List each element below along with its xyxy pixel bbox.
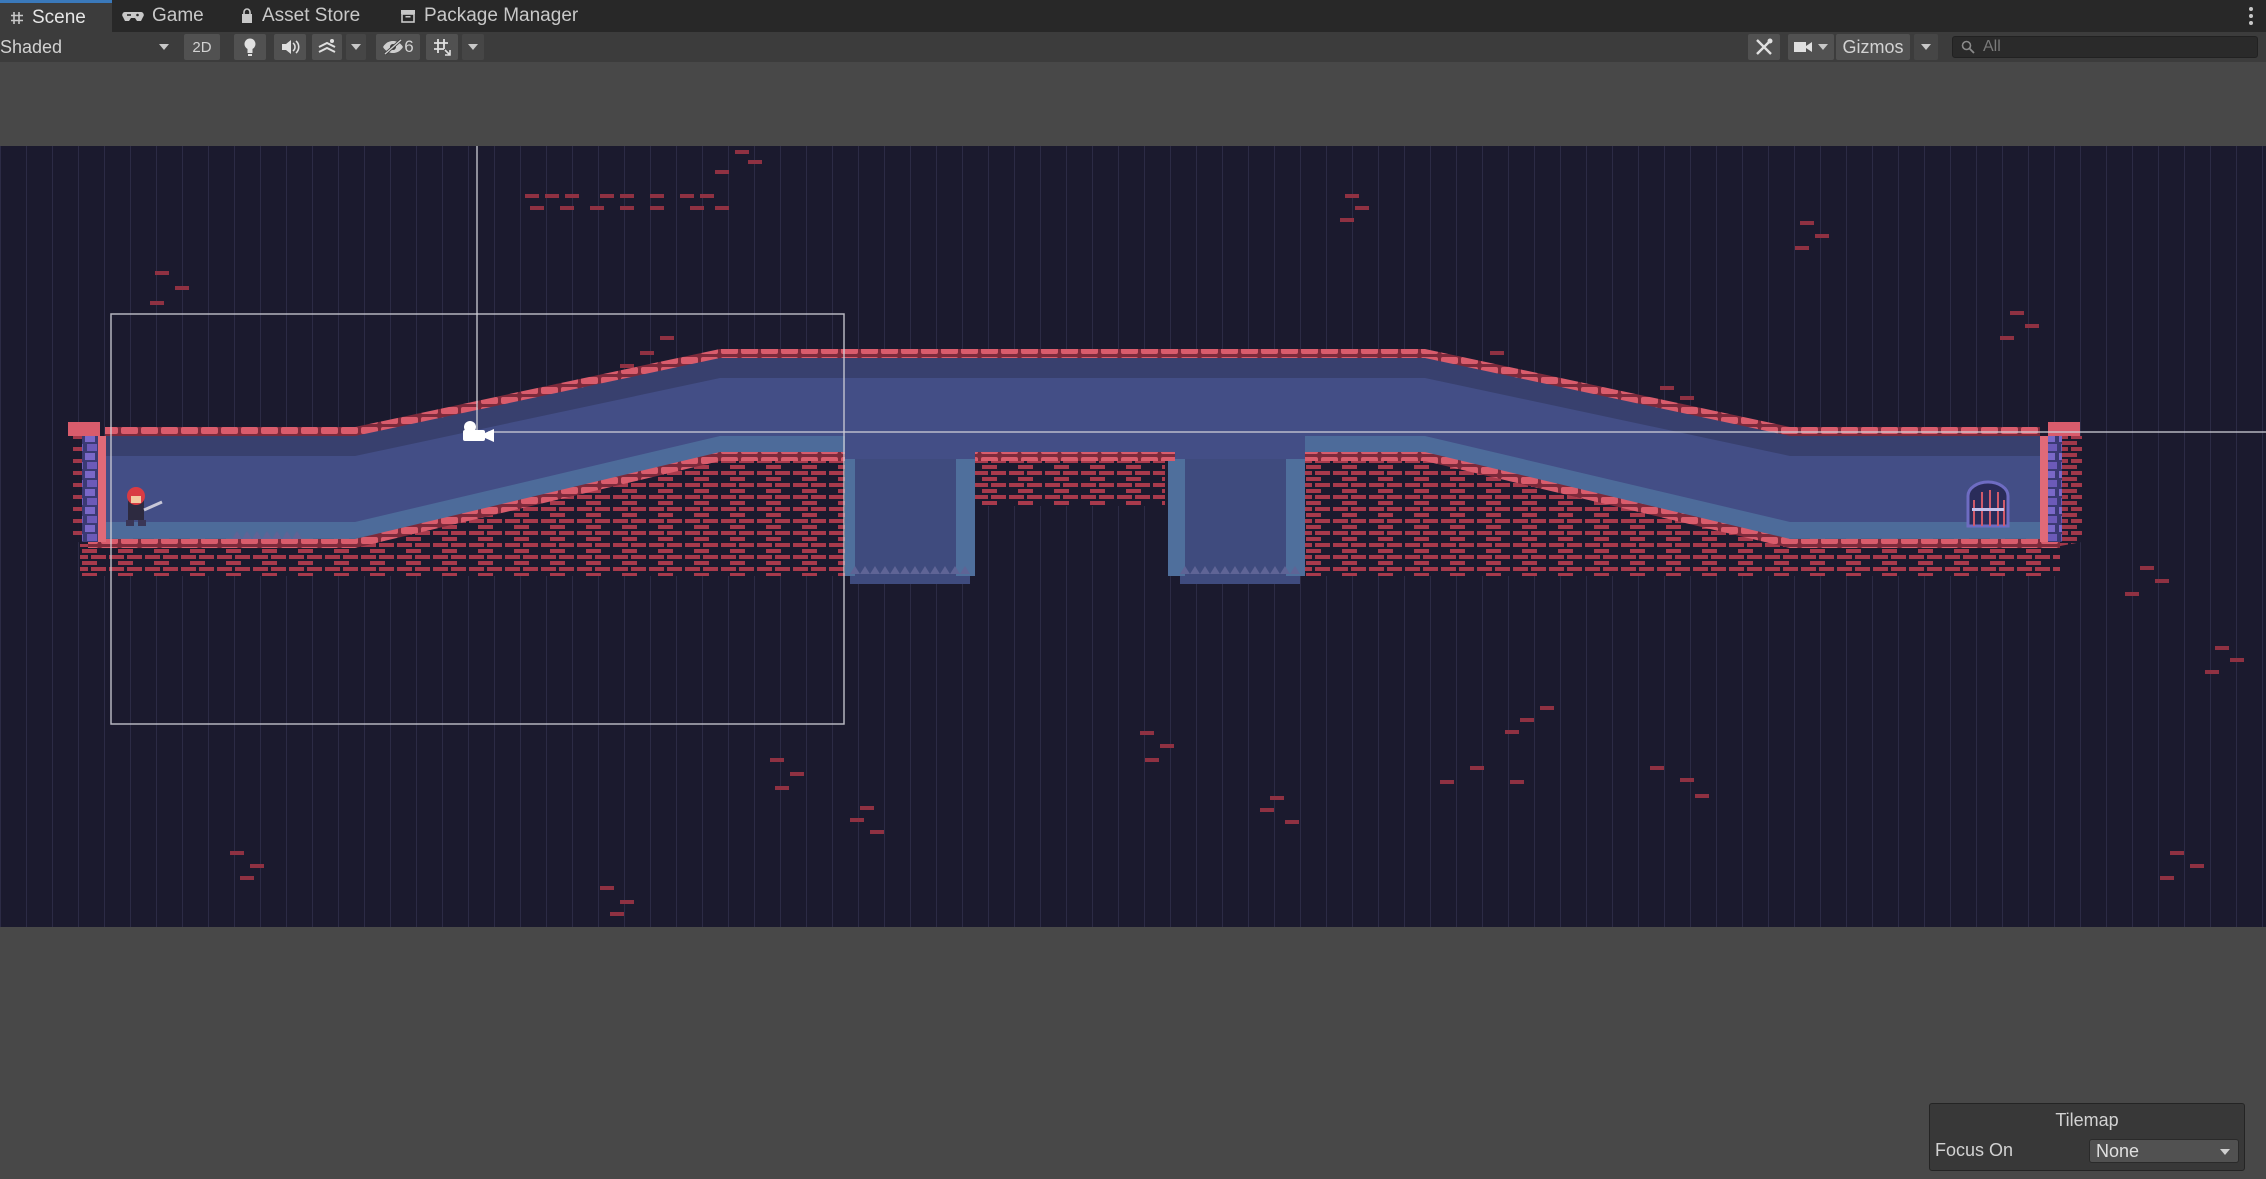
- chevron-down-icon: [159, 44, 169, 50]
- chevron-down-icon: [351, 44, 361, 50]
- scene-toolbar: Shaded 2D 6 Gizmos All: [0, 32, 2266, 63]
- gizmos-button[interactable]: Gizmos: [1836, 34, 1910, 60]
- mode-2d-label: 2D: [192, 38, 212, 56]
- visibility-icon: [383, 39, 404, 55]
- grid-dropdown[interactable]: [462, 34, 484, 60]
- grid-snap-icon: [434, 39, 451, 56]
- tab-game-label: Game: [152, 5, 204, 26]
- tab-game[interactable]: Game: [112, 0, 217, 32]
- gizmos-label: Gizmos: [1842, 36, 1904, 57]
- tab-package-manager[interactable]: Package Manager: [390, 0, 600, 32]
- chevron-down-icon: [1818, 44, 1828, 50]
- scene-search-input[interactable]: All: [1952, 36, 2258, 58]
- tab-asset-store[interactable]: Asset Store: [230, 0, 390, 32]
- more-options-icon[interactable]: [2248, 6, 2254, 26]
- lighting-toggle[interactable]: [234, 34, 266, 60]
- audio-toggle[interactable]: [274, 34, 306, 60]
- package-icon: [401, 10, 415, 23]
- draw-mode-value: Shaded: [0, 36, 63, 57]
- scene-visibility-toggle[interactable]: 6: [376, 34, 420, 60]
- tab-scene[interactable]: Scene: [0, 0, 112, 32]
- focus-on-label: Focus On: [1935, 1140, 2014, 1160]
- search-icon: [1961, 40, 1975, 54]
- chevron-down-icon: [1921, 44, 1931, 50]
- tilemap-overlay-panel: Tilemap Focus On None: [1929, 1103, 2245, 1171]
- gizmos-dropdown[interactable]: [1914, 34, 1938, 60]
- tab-package-manager-label: Package Manager: [424, 5, 579, 26]
- tab-bar: Scene Game Asset Store Package Manager: [0, 0, 2266, 33]
- scene-viewport[interactable]: Tilemap Focus On None: [0, 62, 2266, 1179]
- focus-on-value: None: [2096, 1140, 2140, 1161]
- tools-toggle[interactable]: [1748, 34, 1780, 60]
- grid-snap-toggle[interactable]: [426, 34, 458, 60]
- tilemap-level[interactable]: [0, 146, 2266, 927]
- chevron-down-icon: [468, 44, 478, 50]
- mode-2d-button[interactable]: 2D: [184, 34, 220, 60]
- effects-icon: [318, 39, 336, 53]
- chevron-down-icon: [2220, 1149, 2230, 1155]
- effects-dropdown[interactable]: [346, 34, 366, 60]
- search-placeholder: All: [1983, 38, 2001, 55]
- focus-on-dropdown[interactable]: None: [2089, 1139, 2239, 1163]
- tab-asset-store-label: Asset Store: [262, 5, 361, 26]
- light-bulb-icon: [244, 38, 256, 56]
- effects-toggle[interactable]: [312, 34, 342, 60]
- overlay-title: Tilemap: [2055, 1110, 2119, 1130]
- draw-mode-dropdown[interactable]: Shaded: [0, 34, 176, 60]
- hidden-count: 6: [404, 37, 414, 56]
- tools-icon: [1756, 38, 1773, 55]
- bag-icon: [242, 8, 252, 23]
- hash-icon: [11, 11, 23, 24]
- gamepad-icon: [122, 12, 144, 21]
- exit-door: [1966, 480, 2010, 528]
- camera-icon: [1794, 42, 1812, 52]
- audio-icon: [282, 40, 300, 54]
- camera-settings-button[interactable]: [1788, 34, 1834, 60]
- tab-scene-label: Scene: [32, 6, 86, 28]
